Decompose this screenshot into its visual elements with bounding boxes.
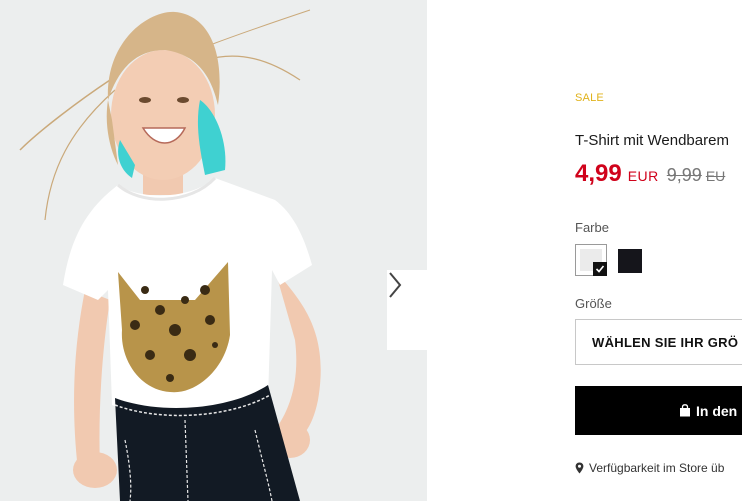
current-price: 4,99: [575, 160, 622, 187]
color-label: Farbe: [575, 220, 609, 235]
product-info-panel: SALE T-Shirt mit Wendbarem 4,99 EUR 9,99 EU…: [575, 0, 742, 501]
product-image-gallery: [0, 0, 427, 501]
original-price: 9,99: [666, 165, 702, 185]
chevron-right-icon: [389, 272, 402, 298]
size-label: Größe: [575, 296, 612, 311]
store-availability-label: Verfügbarkeit im Store üb: [589, 461, 725, 475]
product-title: T-Shirt mit Wendbarem: [575, 132, 729, 149]
price-block: 4,99 EUR 9,99 EU: [575, 160, 725, 188]
store-availability-link[interactable]: Verfügbarkeit im Store üb: [575, 461, 724, 475]
sale-badge: SALE: [575, 92, 604, 104]
size-select[interactable]: WÄHLEN SIE IHR GRÖ: [575, 319, 742, 365]
color-swatch-black[interactable]: [618, 249, 642, 273]
shopping-bag-icon: [679, 404, 691, 417]
original-price-currency: EU: [705, 168, 726, 184]
next-image-button[interactable]: [387, 270, 427, 350]
product-photo: [0, 0, 427, 501]
location-pin-icon: [575, 462, 584, 474]
add-to-cart-button[interactable]: In den: [575, 386, 742, 435]
add-to-cart-label: In den: [696, 402, 738, 419]
checkmark-icon: [593, 262, 607, 276]
current-price-currency: EUR: [627, 168, 659, 184]
color-swatch-white[interactable]: [575, 244, 607, 276]
